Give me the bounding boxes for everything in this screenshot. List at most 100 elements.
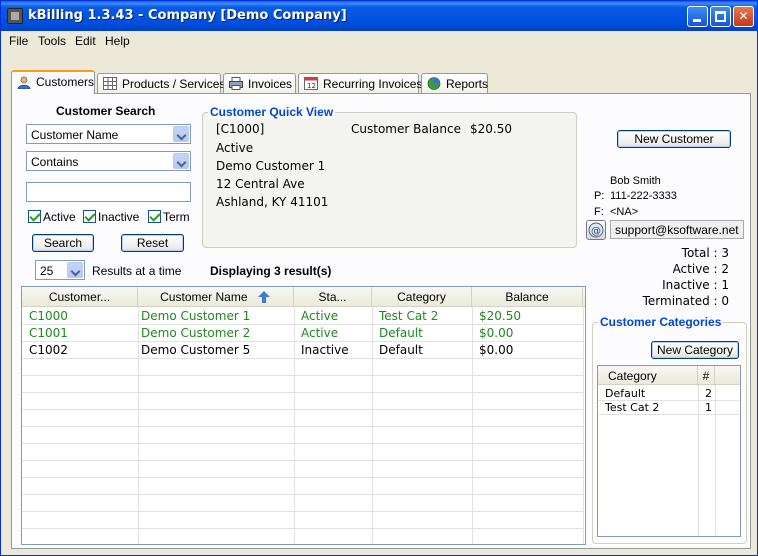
chevron-down-icon[interactable] — [67, 262, 83, 278]
table-cell[interactable]: Demo Customer 5 — [141, 343, 250, 357]
close-icon: ✕ — [738, 9, 749, 23]
quick-view-status: Active — [216, 141, 254, 155]
grid-icon — [103, 77, 117, 90]
tab-products-services[interactable]: Products / Services — [97, 73, 225, 93]
page-size-value: 25 — [40, 264, 54, 278]
fax-label: F: — [594, 206, 604, 218]
menu-edit[interactable]: Edit — [75, 34, 96, 48]
tab-products-label: Products / Services — [122, 77, 226, 91]
category-column-header[interactable]: Category — [598, 366, 698, 386]
status-column-header[interactable]: Sta... — [294, 287, 372, 307]
quick-view-id: [C1000] — [216, 122, 265, 136]
stat-inactive: Inactive : 1 — [662, 278, 729, 292]
customer-id-column-header[interactable]: Customer... — [22, 287, 138, 307]
tab-invoices[interactable]: Invoices — [223, 73, 296, 93]
quick-view-address2: Ashland, KY 41101 — [216, 195, 329, 209]
page-size-label: Results at a time — [92, 264, 182, 278]
reset-button[interactable]: Reset — [121, 234, 184, 252]
menu-help[interactable]: Help — [105, 34, 130, 48]
category-count-cell[interactable]: 1 — [705, 401, 712, 414]
category-cell[interactable]: Default — [605, 387, 645, 400]
tab-recurring-label: Recurring Invoices — [323, 77, 423, 91]
categories-grid-header: Category # — [598, 366, 740, 386]
tab-reports[interactable]: Reports — [421, 73, 488, 93]
search-field-select[interactable]: Customer Name — [26, 124, 191, 144]
menu-file[interactable]: File — [9, 34, 28, 48]
printer-icon — [229, 77, 243, 90]
table-cell[interactable]: C1002 — [29, 343, 68, 357]
search-operator-value: Contains — [31, 155, 79, 169]
svg-text:@: @ — [591, 226, 601, 237]
page-size-select[interactable]: 25 — [35, 260, 85, 280]
email-icon: @ — [588, 222, 604, 238]
tab-recurring-invoices[interactable]: 12 Recurring Invoices — [298, 73, 423, 93]
tab-customers-label: Customers — [36, 75, 95, 89]
new-customer-button[interactable]: New Customer — [617, 130, 731, 148]
table-cell[interactable]: Default — [379, 326, 423, 340]
title-bar[interactable]: kBilling 1.3.43 - Company [Demo Company]… — [1, 1, 757, 31]
tab-customers[interactable]: Customers — [11, 70, 95, 94]
table-cell[interactable]: Demo Customer 2 — [141, 326, 250, 340]
table-cell[interactable]: $20.50 — [479, 309, 521, 323]
table-cell[interactable]: Active — [301, 309, 338, 323]
count-column-header[interactable]: # — [698, 366, 715, 386]
category-column-header[interactable]: Category — [372, 287, 472, 307]
active-checkbox[interactable] — [28, 210, 41, 223]
table-cell[interactable]: C1001 — [29, 326, 68, 340]
categories-grid: Category # Default 2 Test Cat 2 1 — [597, 365, 741, 537]
tab-reports-label: Reports — [446, 77, 489, 91]
pie-chart-icon — [427, 77, 441, 90]
contact-phone: 111-222-3333 — [610, 190, 677, 202]
table-cell[interactable]: Default — [379, 343, 423, 357]
person-icon — [17, 76, 31, 89]
active-checkbox-label: Active — [43, 210, 76, 224]
inactive-checkbox[interactable] — [83, 210, 96, 223]
close-button[interactable]: ✕ — [733, 6, 754, 27]
quick-view-name: Demo Customer 1 — [216, 159, 326, 173]
new-category-button[interactable]: New Category — [651, 341, 739, 359]
table-cell[interactable]: Inactive — [301, 343, 349, 357]
svg-text:12: 12 — [307, 82, 316, 90]
menu-tools[interactable]: Tools — [38, 34, 66, 48]
chevron-down-icon[interactable] — [173, 153, 189, 169]
quick-view-balance-label: Customer Balance — [351, 122, 461, 136]
results-grid-header: Customer... Customer Name Sta... Categor… — [22, 287, 585, 307]
table-cell[interactable]: $0.00 — [479, 343, 513, 357]
table-cell[interactable]: Active — [301, 326, 338, 340]
phone-label: P: — [594, 190, 605, 202]
stat-total: Total : 3 — [681, 246, 729, 260]
search-operator-select[interactable]: Contains — [26, 151, 191, 171]
table-cell[interactable]: C1000 — [29, 309, 68, 323]
sort-ascending-icon — [257, 291, 270, 303]
table-cell[interactable]: Test Cat 2 — [379, 309, 438, 323]
window-title: kBilling 1.3.43 - Company [Demo Company] — [28, 8, 347, 23]
chevron-down-icon[interactable] — [173, 126, 189, 142]
customer-name-column-header[interactable]: Customer Name — [138, 287, 294, 307]
email-button[interactable]: @ — [586, 220, 606, 240]
app-icon — [7, 8, 23, 24]
categories-title: Customer Categories — [598, 315, 724, 329]
search-input[interactable] — [26, 182, 191, 202]
category-count-cell[interactable]: 2 — [705, 387, 712, 400]
menu-bar: File Tools Edit Help — [1, 31, 757, 50]
maximize-button[interactable] — [710, 6, 731, 27]
search-field-value: Customer Name — [31, 128, 119, 142]
category-cell[interactable]: Test Cat 2 — [605, 401, 659, 414]
table-cell[interactable]: Demo Customer 1 — [141, 309, 250, 323]
term-checkbox[interactable] — [148, 210, 161, 223]
minimize-icon — [693, 19, 701, 22]
contact-name: Bob Smith — [610, 175, 661, 187]
stat-active: Active : 2 — [672, 262, 729, 276]
customer-name-header-label: Customer Name — [160, 290, 248, 304]
calendar-icon: 12 — [304, 77, 318, 90]
quick-view-balance: $20.50 — [470, 122, 512, 136]
search-button[interactable]: Search — [32, 234, 94, 252]
contact-email[interactable]: support@ksoftware.net — [610, 220, 744, 239]
quick-view-address1: 12 Central Ave — [216, 177, 305, 191]
table-cell[interactable]: $0.00 — [479, 326, 513, 340]
inactive-checkbox-label: Inactive — [98, 210, 140, 224]
maximize-icon — [715, 11, 726, 22]
balance-column-header[interactable]: Balance — [472, 287, 583, 307]
results-grid: Customer... Customer Name Sta... Categor… — [21, 286, 586, 545]
minimize-button[interactable] — [687, 6, 708, 27]
